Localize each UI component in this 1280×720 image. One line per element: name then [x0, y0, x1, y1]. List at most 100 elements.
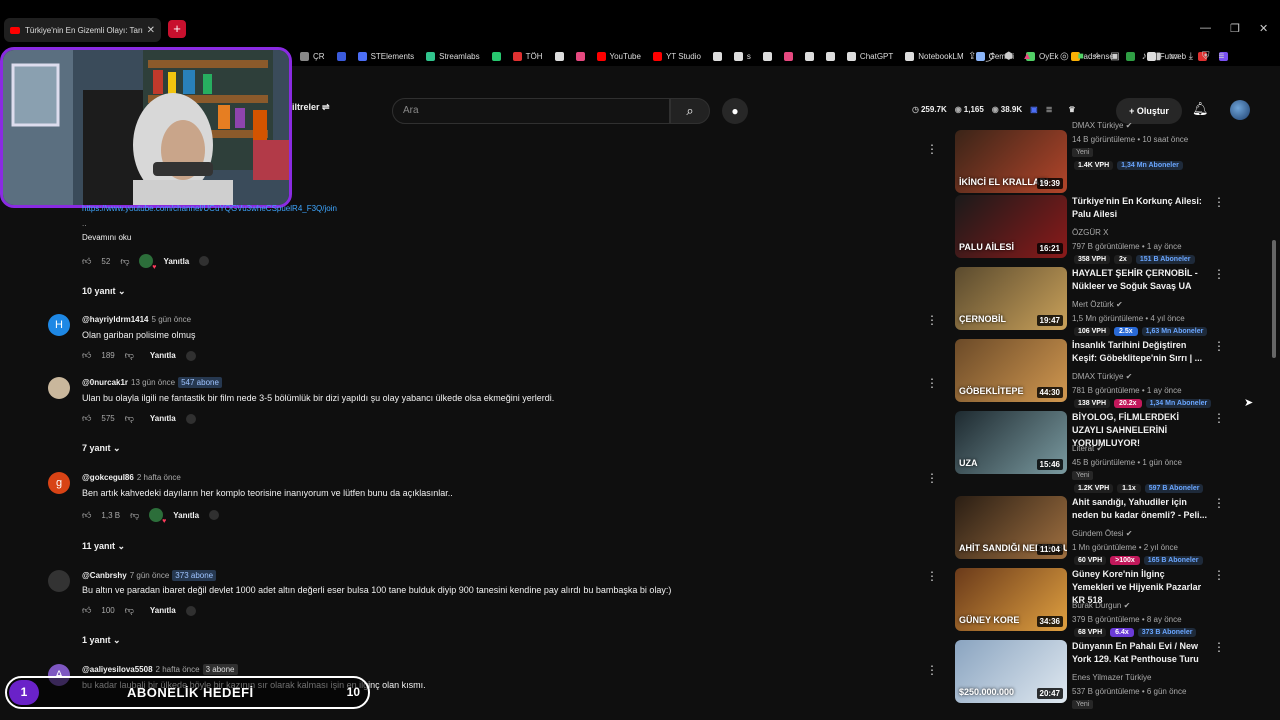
channel-name[interactable]: Burak Durgun: [1072, 601, 1121, 610]
filters-button[interactable]: iltreler ⇌: [292, 102, 330, 113]
channel-name[interactable]: Literat: [1072, 444, 1094, 453]
maximize-icon[interactable]: ❐: [1230, 22, 1240, 35]
comment-more-icon[interactable]: ⋮: [926, 471, 938, 485]
close-window-icon[interactable]: ✕: [1259, 22, 1268, 35]
comment-author[interactable]: @hayriyldrm1414: [82, 315, 149, 324]
clipboard-icon[interactable]: ▣: [1110, 51, 1119, 62]
read-more-link[interactable]: Devamını oku: [82, 233, 131, 242]
channel-name[interactable]: Gündem Ötesi: [1072, 529, 1124, 538]
comment-time[interactable]: 5 gün önce: [152, 315, 192, 324]
green-extension-icon[interactable]: ■: [1078, 51, 1084, 62]
bookmark-item[interactable]: YouTube: [596, 51, 641, 61]
comment-link[interactable]: https://www.youtube.com/channel/UCuYQGVu…: [82, 204, 337, 213]
bookmark-item[interactable]: [554, 51, 564, 61]
avatar[interactable]: H: [48, 314, 70, 336]
music-icon[interactable]: ♪: [1142, 51, 1147, 62]
list-icon[interactable]: ≣: [1046, 105, 1053, 114]
like-icon[interactable]: 👍︎: [82, 413, 91, 424]
video-thumbnail[interactable]: UZA 15:46: [955, 411, 1067, 474]
replies-toggle[interactable]: 10 yanıt ⌄: [82, 286, 126, 297]
extension-icon[interactable]: ⬢: [1004, 51, 1013, 62]
replies-toggle[interactable]: 11 yanıt ⌄: [82, 541, 125, 552]
reply-button[interactable]: Yanıtla: [150, 606, 176, 615]
puzzle-icon[interactable]: ✧: [1093, 51, 1101, 62]
video-title[interactable]: Dünyanın En Pahalı Evi / New York 129. K…: [1072, 640, 1208, 666]
emoji-icon[interactable]: [199, 256, 210, 266]
video-thumbnail[interactable]: GÖBEKLİTEPE 44:30: [955, 339, 1067, 402]
channel-name[interactable]: Mert Öztürk: [1072, 300, 1114, 309]
bookmark-item[interactable]: [783, 51, 793, 61]
notification-bell-icon[interactable]: 🔔︎: [1192, 101, 1209, 117]
bookmark-item[interactable]: ChatGPT: [846, 51, 893, 61]
comment-author[interactable]: @Canbrshy: [82, 571, 127, 580]
comment-more-icon[interactable]: ⋮: [926, 663, 938, 677]
video-more-icon[interactable]: ⋮: [1213, 267, 1225, 281]
comment-more-icon[interactable]: ⋮: [926, 376, 938, 390]
comment-author[interactable]: @gokcegul86: [82, 473, 134, 482]
bookmark-item[interactable]: YT Studio: [652, 51, 701, 61]
browser-tab[interactable]: Türkiye'nin En Gizemli Olayı: Tarı ✕: [4, 18, 161, 42]
video-more-icon[interactable]: ⋮: [1213, 411, 1225, 425]
scrollbar[interactable]: [1272, 240, 1276, 358]
comment-more-icon[interactable]: ⋮: [926, 313, 938, 327]
video-thumbnail[interactable]: GÜNEY KORE 34:36: [955, 568, 1067, 631]
download-icon[interactable]: ⤓: [1189, 51, 1193, 62]
emoji-icon[interactable]: [185, 413, 196, 424]
warning-icon[interactable]: ▲: [1022, 51, 1032, 62]
comment-time[interactable]: 2 hafta önce: [156, 665, 200, 674]
bookmark-item[interactable]: STElements: [357, 51, 414, 61]
reply-button[interactable]: Yanıtla: [163, 257, 189, 266]
bookmark-item[interactable]: ÇR: [300, 51, 325, 61]
video-title[interactable]: Ahit sandığı, Yahudiler için neden bu ka…: [1072, 496, 1208, 522]
video-more-icon[interactable]: ⋮: [1213, 496, 1225, 510]
bookmark-item[interactable]: s: [733, 51, 751, 61]
bookmark-item[interactable]: [336, 51, 346, 61]
comment-author[interactable]: @aaliyesilova5508: [82, 665, 153, 674]
channel-name[interactable]: Enes Yilmazer Türkiye: [1072, 673, 1151, 682]
emoji-icon[interactable]: [185, 350, 196, 361]
dislike-icon[interactable]: 👎︎: [130, 510, 139, 521]
video-more-icon[interactable]: ⋮: [1213, 195, 1225, 209]
comment-time[interactable]: 2 hafta önce: [137, 473, 181, 482]
sidebar-icon[interactable]: ▮: [1156, 51, 1162, 62]
replies-toggle[interactable]: 7 yanıt ⌄: [82, 443, 121, 454]
reply-button[interactable]: Yanıtla: [150, 414, 176, 423]
video-more-icon[interactable]: ⋮: [1213, 339, 1225, 353]
share-icon[interactable]: ⇪: [968, 51, 976, 62]
bookmark-item[interactable]: [712, 51, 722, 61]
reply-button[interactable]: Yanıtla: [173, 511, 199, 520]
emoji-icon[interactable]: [209, 510, 220, 520]
comment-more-icon[interactable]: ⋮: [926, 569, 938, 583]
video-more-icon[interactable]: ⋮: [1213, 568, 1225, 582]
dislike-icon[interactable]: 👎︎: [120, 256, 129, 267]
emoji-icon[interactable]: [185, 605, 196, 616]
reply-button[interactable]: Yanıtla: [150, 351, 176, 360]
dislike-icon[interactable]: 👎︎: [125, 350, 134, 361]
microphone-icon[interactable]: ●: [722, 98, 748, 124]
like-icon[interactable]: 👍︎: [82, 605, 91, 616]
avatar[interactable]: g: [48, 472, 70, 494]
account-avatar[interactable]: [1230, 100, 1250, 120]
comment-time[interactable]: 13 gün önce: [131, 378, 175, 387]
comment-time[interactable]: 7 gün önce: [130, 571, 170, 580]
bookmark-item[interactable]: NotebookLM: [905, 51, 964, 61]
shield-icon[interactable]: ⛨: [1202, 51, 1210, 62]
video-thumbnail[interactable]: AHİT SANDIĞI NEDEN BU KADAR ÖNE11:04: [955, 496, 1067, 559]
video-thumbnail[interactable]: PALU AİLESİ 16:21: [955, 195, 1067, 258]
wallet-icon[interactable]: ▭: [1170, 51, 1179, 62]
link-icon[interactable]: ⤴: [985, 49, 995, 64]
video-title[interactable]: HAYALET ŞEHİR ÇERNOBİL - Nükleer ve Soğu…: [1072, 267, 1208, 293]
like-icon[interactable]: 👍︎: [82, 350, 91, 361]
video-thumbnail[interactable]: İKİNCİ EL KRALLARI 19:39: [955, 130, 1067, 193]
new-tab-button[interactable]: +: [168, 20, 186, 38]
video-title[interactable]: İnsanlık Tarihini Değiştiren Keşif: Göbe…: [1072, 339, 1208, 365]
dislike-icon[interactable]: 👎︎: [125, 413, 134, 424]
bookmark-item[interactable]: TÖH: [512, 51, 543, 61]
bookmark-item[interactable]: [575, 51, 585, 61]
video-thumbnail[interactable]: ÇERNOBİL 19:47: [955, 267, 1067, 330]
avatar[interactable]: [48, 377, 70, 399]
bookmark-item[interactable]: Streamlabs: [426, 51, 480, 61]
replies-toggle[interactable]: 1 yanıt ⌄: [82, 635, 121, 646]
channel-name[interactable]: DMAX Türkiye: [1072, 372, 1123, 381]
bookmark-item[interactable]: [825, 51, 835, 61]
